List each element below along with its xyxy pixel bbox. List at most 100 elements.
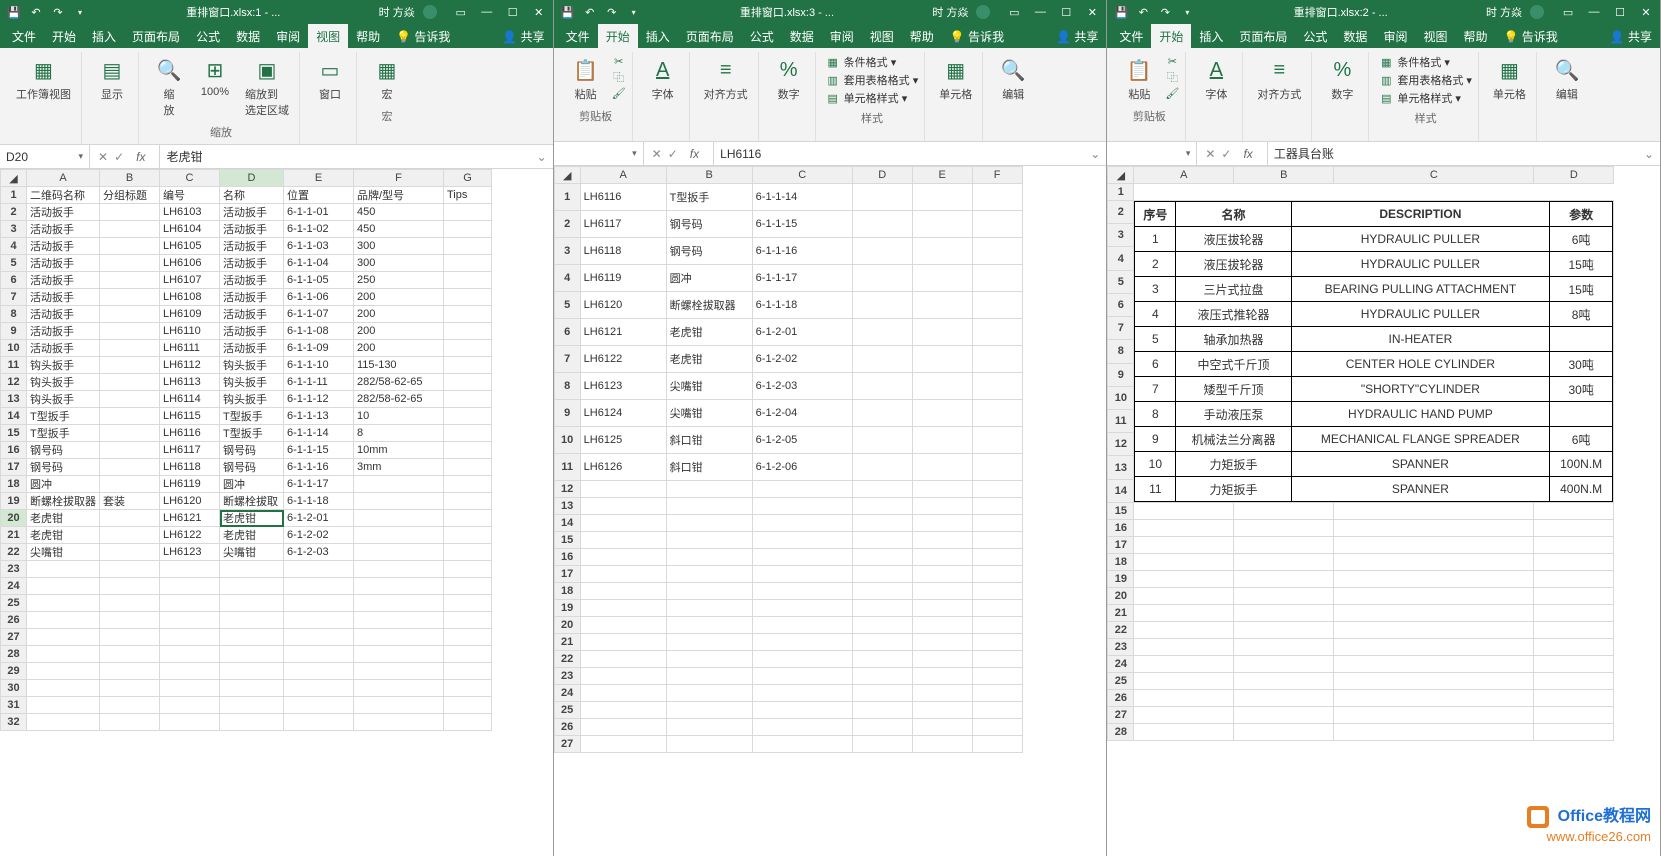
row-header[interactable]: 5 bbox=[554, 292, 580, 319]
cell[interactable] bbox=[354, 663, 444, 680]
row-header[interactable]: 3 bbox=[1108, 224, 1134, 247]
cell[interactable] bbox=[852, 373, 912, 400]
maximize-icon[interactable]: ☐ bbox=[1058, 4, 1074, 20]
table-cell[interactable]: 6 bbox=[1135, 352, 1176, 377]
row-header[interactable]: 25 bbox=[554, 702, 580, 719]
table-header[interactable]: DESCRIPTION bbox=[1291, 202, 1549, 227]
menu-帮助[interactable]: 帮助 bbox=[348, 24, 388, 49]
cell[interactable]: 钩头扳手 bbox=[220, 391, 284, 408]
row-header[interactable]: 11 bbox=[1108, 409, 1134, 432]
col-header-F[interactable]: F bbox=[972, 167, 1022, 184]
cell[interactable] bbox=[27, 714, 100, 731]
cond-fmt-button[interactable]: ▦条件格式 ▾ bbox=[1379, 54, 1450, 70]
menu-视图[interactable]: 视图 bbox=[1415, 24, 1455, 49]
cell[interactable] bbox=[1334, 571, 1534, 588]
menu-审阅[interactable]: 审阅 bbox=[268, 24, 308, 49]
format-painter-button[interactable]: 🖌 bbox=[1165, 86, 1179, 100]
cell[interactable]: 200 bbox=[354, 289, 444, 306]
fx-icon[interactable]: fx bbox=[130, 150, 151, 164]
row-header[interactable]: 12 bbox=[1108, 433, 1134, 456]
menu-页面布局[interactable]: 页面布局 bbox=[678, 24, 742, 49]
cell[interactable] bbox=[444, 561, 492, 578]
cell[interactable] bbox=[444, 289, 492, 306]
cell[interactable]: LH6115 bbox=[160, 408, 220, 425]
minimize-icon[interactable]: — bbox=[479, 4, 495, 20]
cell[interactable] bbox=[354, 476, 444, 493]
cancel-icon[interactable]: ✕ bbox=[652, 147, 662, 161]
cell[interactable] bbox=[666, 481, 752, 498]
col-header-B[interactable]: B bbox=[100, 170, 160, 187]
col-header-A[interactable]: A bbox=[1134, 167, 1234, 184]
table-cell[interactable]: 力矩扳手 bbox=[1176, 477, 1291, 502]
menu-帮助[interactable]: 帮助 bbox=[1455, 24, 1495, 49]
undo-icon[interactable]: ↶ bbox=[582, 4, 598, 20]
cell[interactable] bbox=[100, 221, 160, 238]
table-cell[interactable]: 矮型千斤顶 bbox=[1176, 377, 1291, 402]
cell[interactable] bbox=[580, 668, 666, 685]
cell[interactable]: LH6120 bbox=[160, 493, 220, 510]
cell[interactable] bbox=[852, 583, 912, 600]
cell[interactable] bbox=[354, 595, 444, 612]
row-header[interactable]: 23 bbox=[1108, 639, 1134, 656]
ribbon-options-icon[interactable]: ▭ bbox=[1006, 4, 1022, 20]
cell[interactable]: 活动扳手 bbox=[27, 272, 100, 289]
row-header[interactable]: 25 bbox=[1, 595, 27, 612]
table-cell[interactable]: MECHANICAL FLANGE SPREADER bbox=[1291, 427, 1549, 452]
cell[interactable] bbox=[852, 668, 912, 685]
cell[interactable]: LH6105 bbox=[160, 238, 220, 255]
cell[interactable]: 活动扳手 bbox=[27, 323, 100, 340]
save-icon[interactable]: 💾 bbox=[6, 4, 22, 20]
cell[interactable] bbox=[220, 612, 284, 629]
cell[interactable]: 钩头扳手 bbox=[220, 374, 284, 391]
table-cell[interactable]: 30吨 bbox=[1549, 377, 1612, 402]
cell[interactable]: 282/58-62-65 bbox=[354, 391, 444, 408]
col-header-D[interactable]: D bbox=[220, 170, 284, 187]
table-cell[interactable]: 轴承加热器 bbox=[1176, 327, 1291, 352]
format-painter-button[interactable]: 🖌 bbox=[612, 86, 626, 100]
cell[interactable] bbox=[912, 498, 972, 515]
cell[interactable] bbox=[912, 566, 972, 583]
cell[interactable] bbox=[912, 600, 972, 617]
cell[interactable]: 6-1-1-05 bbox=[284, 272, 354, 289]
table-header[interactable]: 名称 bbox=[1176, 202, 1291, 227]
cell[interactable]: 450 bbox=[354, 204, 444, 221]
cell[interactable] bbox=[27, 561, 100, 578]
cell[interactable] bbox=[27, 680, 100, 697]
save-icon[interactable]: 💾 bbox=[1113, 4, 1129, 20]
cell[interactable] bbox=[100, 714, 160, 731]
cell[interactable] bbox=[752, 634, 852, 651]
row-header[interactable]: 13 bbox=[1, 391, 27, 408]
cell[interactable] bbox=[444, 357, 492, 374]
cell[interactable] bbox=[852, 685, 912, 702]
number-button[interactable]: %数字 bbox=[1322, 54, 1362, 104]
cell[interactable] bbox=[580, 532, 666, 549]
cell[interactable]: 3mm bbox=[354, 459, 444, 476]
table-fmt-button[interactable]: ▥套用表格格式 ▾ bbox=[1379, 72, 1472, 88]
table-cell[interactable]: 30吨 bbox=[1549, 352, 1612, 377]
fx-icon[interactable]: fx bbox=[1237, 147, 1258, 161]
editing-button[interactable]: 🔍编辑 bbox=[993, 54, 1033, 104]
table-cell[interactable]: 液压式推轮器 bbox=[1176, 302, 1291, 327]
cell[interactable]: 圆冲 bbox=[220, 476, 284, 493]
cell[interactable] bbox=[912, 617, 972, 634]
cell[interactable] bbox=[100, 204, 160, 221]
cell[interactable] bbox=[444, 340, 492, 357]
row-header[interactable]: 1 bbox=[554, 184, 580, 211]
row-header[interactable]: 16 bbox=[1, 442, 27, 459]
cell[interactable]: 6-1-1-02 bbox=[284, 221, 354, 238]
cell[interactable] bbox=[220, 697, 284, 714]
row-header[interactable]: 12 bbox=[1, 374, 27, 391]
cell[interactable] bbox=[100, 459, 160, 476]
cell[interactable] bbox=[972, 211, 1022, 238]
cell[interactable]: 6-1-1-01 bbox=[284, 204, 354, 221]
cell[interactable]: 钩头扳手 bbox=[27, 357, 100, 374]
cell[interactable] bbox=[666, 617, 752, 634]
cell[interactable]: T型扳手 bbox=[220, 408, 284, 425]
name-box[interactable]: ▾ bbox=[554, 142, 644, 165]
cell[interactable] bbox=[972, 373, 1022, 400]
cell[interactable]: LH6110 bbox=[160, 323, 220, 340]
cell[interactable] bbox=[284, 680, 354, 697]
row-header[interactable]: 21 bbox=[1, 527, 27, 544]
row-header[interactable]: 6 bbox=[1, 272, 27, 289]
cells-button[interactable]: ▦单元格 bbox=[935, 54, 976, 104]
